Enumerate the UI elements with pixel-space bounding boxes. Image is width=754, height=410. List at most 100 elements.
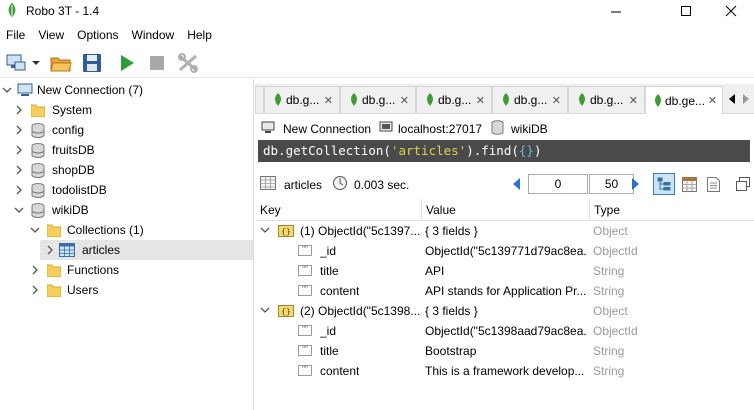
run-button[interactable] xyxy=(115,51,139,75)
minimize-button[interactable] xyxy=(593,0,639,22)
chevron-right-icon[interactable] xyxy=(14,120,24,140)
collection-table-icon xyxy=(59,243,75,257)
tab-scroll-right-button[interactable] xyxy=(740,90,752,108)
chevron-right-icon[interactable] xyxy=(30,280,40,300)
chevron-right-icon[interactable] xyxy=(45,240,55,260)
table-row-field[interactable]: "" content This is a framework develop..… xyxy=(256,361,754,381)
column-header-key[interactable]: Key xyxy=(256,199,422,221)
tree-item-users[interactable]: Users xyxy=(0,280,253,300)
string-icon: "" xyxy=(298,365,312,376)
stop-button[interactable] xyxy=(145,51,169,75)
maximize-panel-button[interactable] xyxy=(733,174,753,194)
mongodb-leaf-icon xyxy=(655,93,661,107)
close-icon[interactable]: ✕ xyxy=(708,94,717,107)
tab-query-4[interactable]: db.g... ✕ xyxy=(492,86,568,113)
open-button[interactable] xyxy=(48,51,74,75)
menu-options[interactable]: Options xyxy=(71,25,125,45)
skip-input[interactable] xyxy=(528,174,588,194)
chevron-right-icon[interactable] xyxy=(14,140,24,160)
menu-file[interactable]: File xyxy=(0,25,32,45)
maximize-button[interactable] xyxy=(663,0,709,22)
query-editor[interactable]: db.getCollection('articles').find({}) xyxy=(258,140,750,162)
tree-item-db-wikidb[interactable]: wikiDB xyxy=(0,200,253,220)
dropdown-icon xyxy=(32,61,40,65)
column-header-type[interactable]: Type xyxy=(590,199,754,221)
table-row-document[interactable]: {} (2) ObjectId("5c1398... { 3 fields } … xyxy=(256,301,754,321)
menu-bar: File View Options Window Help xyxy=(0,25,754,45)
tree-item-connection[interactable]: New Connection (7) xyxy=(0,80,253,100)
info-connection: New Connection xyxy=(283,122,372,136)
tree-item-collections[interactable]: Collections (1) xyxy=(0,220,253,240)
column-header-value[interactable]: Value xyxy=(422,199,590,221)
connect-dropdown-button[interactable] xyxy=(30,51,42,75)
table-row-field[interactable]: "" title Bootstrap String xyxy=(256,341,754,361)
menu-help[interactable]: Help xyxy=(181,25,219,45)
tree-item-collection-articles[interactable]: articles xyxy=(40,240,253,260)
page-prev-button[interactable] xyxy=(509,174,525,194)
chevron-right-icon[interactable] xyxy=(30,260,40,280)
tree-item-db-todolistdb[interactable]: todolistDB xyxy=(0,180,253,200)
tree-item-db-shopdb[interactable]: shopDB xyxy=(0,160,253,180)
query-info-bar: New Connection localhost:27017 wikiDB xyxy=(255,116,754,140)
tab-query-3[interactable]: db.g... ✕ xyxy=(416,86,492,113)
tab-query-2[interactable]: db.g... ✕ xyxy=(340,86,416,113)
arrow-left-icon xyxy=(729,94,735,104)
chevron-right-icon[interactable] xyxy=(14,180,24,200)
chevron-down-icon[interactable] xyxy=(2,80,12,100)
connect-button[interactable] xyxy=(2,51,30,75)
mongodb-leaf-icon xyxy=(579,93,585,106)
close-icon[interactable]: ✕ xyxy=(324,94,333,107)
string-icon: "" xyxy=(298,345,312,356)
table-row-field[interactable]: "" _id ObjectId("5c1398aad79ac8ea... Obj… xyxy=(256,321,754,341)
collection-table-icon xyxy=(260,176,276,190)
toolbar xyxy=(0,48,754,78)
save-button[interactable] xyxy=(79,51,105,75)
tab-scroll-left-button[interactable] xyxy=(726,90,738,108)
menu-view[interactable]: View xyxy=(32,25,71,45)
tree-view-icon xyxy=(657,177,671,191)
connection-label: New Connection (7) xyxy=(37,83,144,97)
format-button[interactable] xyxy=(174,51,202,75)
chevron-down-icon[interactable] xyxy=(14,200,24,220)
chevron-down-icon[interactable] xyxy=(260,304,270,318)
chevron-right-icon[interactable] xyxy=(14,160,24,180)
close-window-button[interactable] xyxy=(708,0,754,22)
tab-partial[interactable] xyxy=(255,86,264,113)
tree-label: Functions xyxy=(67,263,120,277)
tab-query-1[interactable]: db.g... ✕ xyxy=(264,86,340,113)
table-row-field[interactable]: "" title API String xyxy=(256,261,754,281)
text-view-button[interactable] xyxy=(703,174,723,194)
table-view-button[interactable] xyxy=(679,174,699,194)
tree-label: wikiDB xyxy=(52,203,89,217)
object-icon: {} xyxy=(278,305,294,317)
tab-query-5[interactable]: db.g... ✕ xyxy=(568,86,645,113)
clock-icon xyxy=(333,176,347,190)
tree-item-db-fruitsdb[interactable]: fruitsDB xyxy=(0,140,253,160)
menu-window[interactable]: Window xyxy=(126,25,182,45)
database-icon xyxy=(31,183,45,198)
database-icon xyxy=(31,123,45,138)
close-icon[interactable]: ✕ xyxy=(552,94,561,107)
mongodb-leaf-icon xyxy=(275,93,281,106)
chevron-down-icon[interactable] xyxy=(260,224,270,238)
chevron-down-icon[interactable] xyxy=(30,220,40,240)
page-next-button[interactable] xyxy=(627,174,643,194)
tree-view-button[interactable] xyxy=(653,173,675,195)
text-view-icon xyxy=(706,176,720,192)
folder-icon xyxy=(31,104,45,117)
table-row-field[interactable]: "" content API stands for Application Pr… xyxy=(256,281,754,301)
tree-item-functions[interactable]: Functions xyxy=(0,260,253,280)
close-icon[interactable]: ✕ xyxy=(400,94,409,107)
chevron-right-icon[interactable] xyxy=(14,100,24,120)
table-row-document[interactable]: {} (1) ObjectId("5c1397... { 3 fields } … xyxy=(256,221,754,241)
tree-label: Users xyxy=(67,283,99,297)
tree-item-db-config[interactable]: config xyxy=(0,120,253,140)
table-row-field[interactable]: "" _id ObjectId("5c139771d79ac8ea... Obj… xyxy=(256,241,754,261)
tree-item-db-system[interactable]: System xyxy=(0,100,253,120)
save-icon xyxy=(83,54,101,72)
close-icon[interactable]: ✕ xyxy=(629,94,638,107)
query-tab-bar: db.g... ✕ db.g... ✕ db.g... ✕ db.g... ✕ … xyxy=(255,84,754,114)
close-icon[interactable]: ✕ xyxy=(476,94,485,107)
minimize-icon xyxy=(611,11,621,13)
tab-query-active[interactable]: db.ge... ✕ xyxy=(645,86,723,114)
